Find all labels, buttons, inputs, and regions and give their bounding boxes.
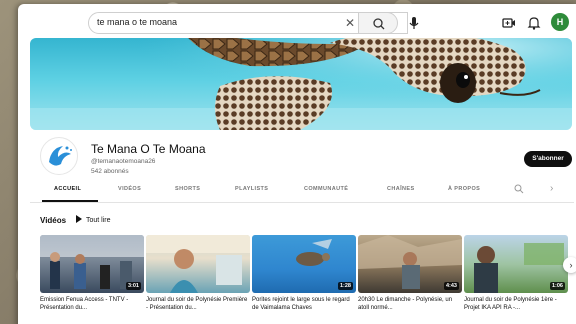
search-button[interactable] bbox=[358, 12, 398, 34]
channel-tabs: ACCUEIL VIDÉOS SHORTS PLAYLISTS COMMUNAU… bbox=[38, 186, 576, 202]
subscriber-count: 542 abonnés bbox=[91, 168, 129, 175]
video-card[interactable]: 1:06 Journal du soir de Polynésie 1ère -… bbox=[464, 235, 568, 312]
tab-playlists[interactable]: PLAYLISTS bbox=[235, 186, 268, 192]
top-bar: ✕ bbox=[18, 4, 576, 40]
chevron-right-icon: › bbox=[569, 260, 573, 270]
tab-a-propos[interactable]: À PROPOS bbox=[448, 186, 480, 192]
video-card[interactable]: Journal du soir de Polynésie Première - … bbox=[146, 235, 250, 312]
account-avatar[interactable]: H bbox=[551, 13, 569, 31]
video-thumbnail[interactable]: 3:01 bbox=[40, 235, 144, 293]
video-thumbnail[interactable] bbox=[146, 235, 250, 293]
video-create-icon bbox=[502, 18, 515, 28]
close-icon[interactable]: ✕ bbox=[345, 16, 355, 30]
video-duration: 4:43 bbox=[443, 282, 459, 290]
search-input[interactable] bbox=[97, 17, 337, 27]
tab-videos[interactable]: VIDÉOS bbox=[118, 186, 141, 192]
tabs-divider bbox=[30, 202, 574, 203]
channel-banner bbox=[30, 38, 572, 130]
channel-name: Te Mana O Te Moana bbox=[91, 142, 206, 156]
bell-icon bbox=[527, 17, 541, 30]
search-icon bbox=[373, 18, 385, 30]
chevron-right-icon[interactable]: › bbox=[550, 183, 553, 194]
play-all-button[interactable]: Tout lire bbox=[76, 215, 111, 224]
wave-logo-icon bbox=[49, 146, 72, 166]
section-title: Vidéos bbox=[40, 216, 67, 225]
voice-search-button[interactable] bbox=[405, 14, 423, 32]
carousel-next-button[interactable]: › bbox=[563, 257, 576, 273]
channel-logo[interactable] bbox=[40, 137, 78, 175]
video-thumbnail[interactable]: 1:28 bbox=[252, 235, 356, 293]
browser-screen: ✕ bbox=[18, 4, 576, 324]
video-duration: 1:06 bbox=[549, 282, 565, 290]
video-title[interactable]: Porites rejoint le large sous le regard … bbox=[252, 296, 356, 312]
create-button[interactable] bbox=[500, 14, 518, 32]
thumbnail-image bbox=[146, 235, 250, 293]
video-card[interactable]: 4:43 20h30 Le dimanche - Polynésie, un a… bbox=[358, 235, 462, 312]
play-all-label: Tout lire bbox=[86, 217, 111, 224]
video-thumbnail[interactable]: 4:43 bbox=[358, 235, 462, 293]
subscribe-button[interactable]: S'abonner bbox=[524, 151, 572, 167]
notifications-button[interactable] bbox=[525, 14, 543, 32]
video-duration: 1:28 bbox=[337, 282, 353, 290]
tab-shorts[interactable]: SHORTS bbox=[175, 186, 200, 192]
video-card[interactable]: 3:01 Emission Fenua Access - TNTV - Prés… bbox=[40, 235, 144, 312]
microphone-icon bbox=[409, 17, 419, 29]
tab-accueil[interactable]: ACCUEIL bbox=[54, 186, 81, 192]
video-thumbnail[interactable]: 1:06 bbox=[464, 235, 568, 293]
video-title[interactable]: Journal du soir de Polynésie Première - … bbox=[146, 296, 250, 312]
video-title[interactable]: Journal du soir de Polynésie 1ère - Proj… bbox=[464, 296, 568, 312]
sea-turtle-banner-image bbox=[30, 38, 572, 130]
video-duration: 3:01 bbox=[125, 282, 141, 290]
video-title[interactable]: 20h30 Le dimanche - Polynésie, un atoll … bbox=[358, 296, 462, 312]
search-icon[interactable] bbox=[514, 184, 524, 194]
tab-chaines[interactable]: CHAÎNES bbox=[387, 186, 415, 192]
video-card[interactable]: 1:28 Porites rejoint le large sous le re… bbox=[252, 235, 356, 312]
channel-handle: @temanaotemoana26 bbox=[91, 158, 156, 165]
video-title[interactable]: Emission Fenua Access - TNTV - Présentat… bbox=[40, 296, 144, 312]
tab-communaute[interactable]: COMMUNAUTÉ bbox=[304, 186, 348, 192]
play-icon bbox=[76, 215, 82, 223]
